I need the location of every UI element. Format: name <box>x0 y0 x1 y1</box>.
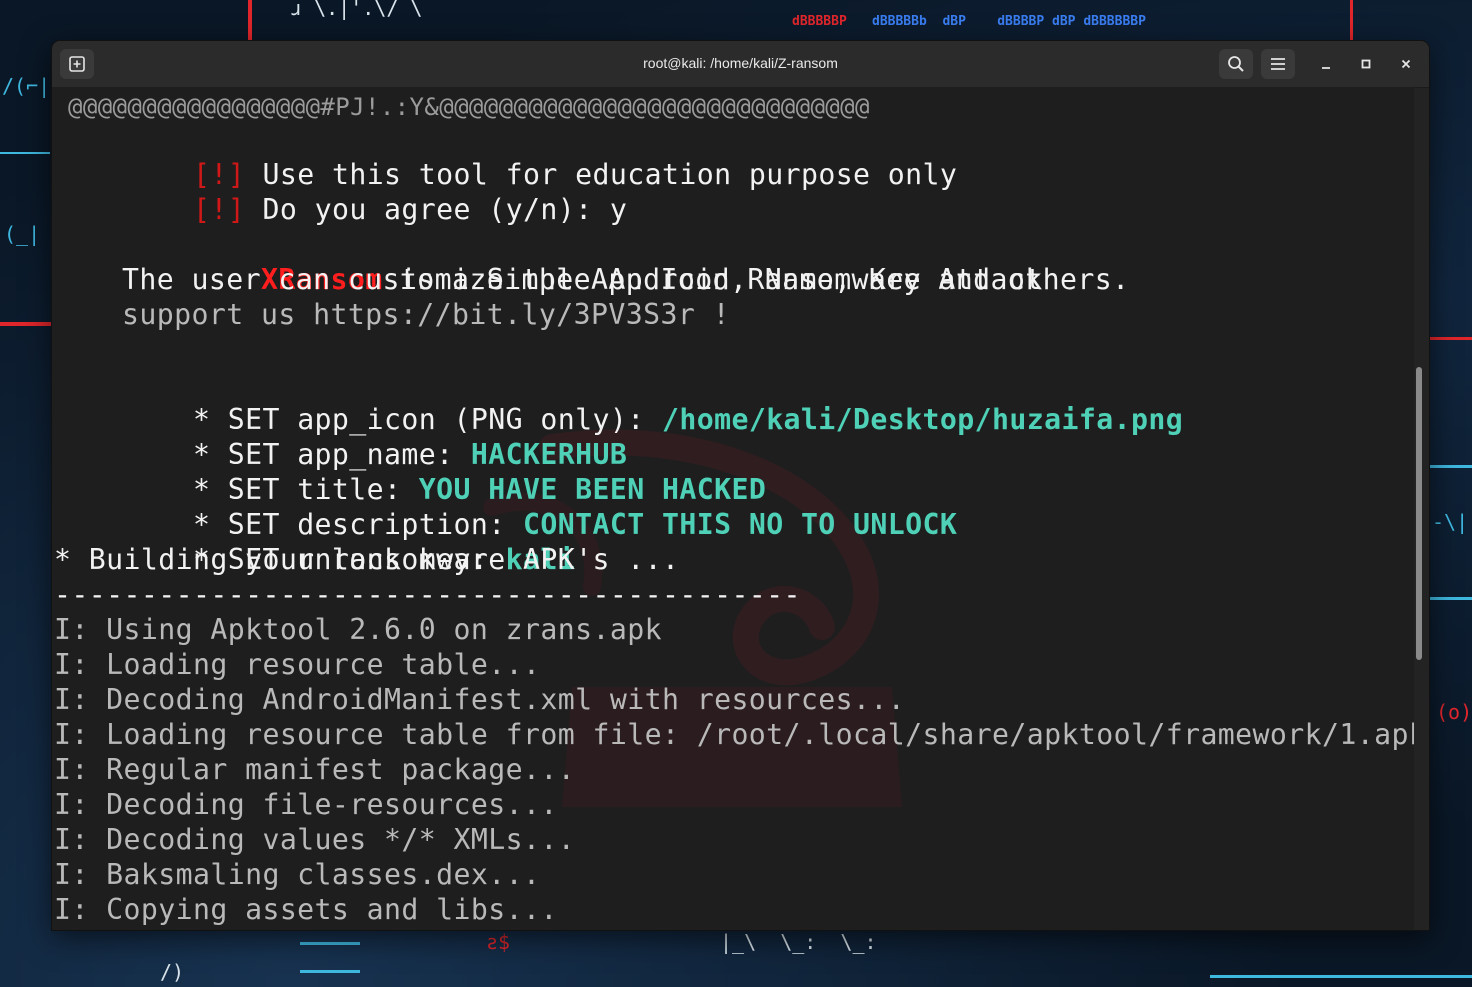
agree-prompt: Do you agree (y/n): <box>262 193 610 226</box>
title-bar: root@kali: /home/kali/Z-ransom <box>52 41 1429 88</box>
agree-answer: y <box>609 193 628 226</box>
search-button[interactable] <box>1219 49 1253 79</box>
log-line: I: Loading resource table from file: /ro… <box>54 718 1414 751</box>
desktop-glyph: -\| <box>1432 510 1469 534</box>
minimize-icon <box>1322 67 1330 69</box>
separator-line: ----------------------------------------… <box>54 578 801 611</box>
log-line: I: Copying assets and libs... <box>54 893 558 926</box>
desktop-banner-blue: dBBBBBb dBP dBBBBP dBP dBBBBBBP <box>872 14 1146 29</box>
log-line: I: Loading resource table... <box>54 648 541 681</box>
warning-line-1: [!] Use this tool for education purpose … <box>54 122 957 191</box>
desktop-deco-line <box>1210 975 1472 978</box>
log-line: I: Regular manifest package... <box>54 753 576 786</box>
maximize-button[interactable] <box>1351 49 1381 79</box>
setting-line-app-name: * SET app_name: HACKERHUB <box>54 402 627 471</box>
desktop-deco-line <box>248 0 252 40</box>
setting-value: /home/kali/Desktop/huzaifa.png <box>661 403 1184 436</box>
about-line-1: XRansom is a Simple Android Ransomware A… <box>122 227 1043 296</box>
maximize-icon <box>1361 59 1371 69</box>
desktop-deco-line <box>300 942 360 945</box>
building-line: * Building your ransomware APK's ... <box>54 543 680 576</box>
hamburger-menu-icon <box>1271 58 1285 70</box>
menu-button[interactable] <box>1261 49 1295 79</box>
desktop-glyph: ɹ \.|'.\/ \ <box>290 0 423 20</box>
desktop-glyph: /) <box>160 960 185 984</box>
scrollbar-thumb[interactable] <box>1416 367 1422 660</box>
log-line: I: Decoding values */* XMLs... <box>54 823 576 856</box>
log-line: I: Baksmaling classes.dex... <box>54 858 541 891</box>
minimize-button[interactable] <box>1311 49 1341 79</box>
setting-value: CONTACT THIS NO TO UNLOCK <box>523 508 958 541</box>
about-line-2: The user can customize the App Icon, Nam… <box>122 263 1130 296</box>
desktop-deco-line <box>1350 0 1353 40</box>
desktop-deco-line <box>1430 465 1472 468</box>
desktop-glyph: /(⌐| <box>2 74 51 98</box>
desktop-deco-line <box>300 970 360 973</box>
terminal-window: root@kali: /home/kali/Z-ransom @@@@@@@@@… <box>52 41 1429 930</box>
setting-line-description: * SET description: CONTACT THIS NO TO UN… <box>54 472 957 541</box>
desktop-glyph: (o) <box>1436 700 1472 724</box>
warning-line-2: [!] Do you agree (y/n): y <box>54 157 627 226</box>
close-button[interactable] <box>1391 49 1421 79</box>
desktop-glyph: ƨ$ <box>486 930 511 954</box>
setting-line-unlock-key: * SET unlock key: kali <box>54 507 575 576</box>
desktop-deco-line <box>1430 597 1472 600</box>
desktop-deco-line <box>0 322 52 326</box>
warning-tag: [!] <box>192 193 246 226</box>
close-icon <box>1401 59 1411 69</box>
log-line: I: Decoding AndroidManifest.xml with res… <box>54 683 906 716</box>
desktop-glyph: (_| <box>4 222 41 246</box>
banner-line: @@@@@@@@@@@@@@@@@#PJ!.:Y&@@@@@@@@@@@@@@@… <box>68 93 870 121</box>
desktop-deco-line <box>0 152 50 154</box>
terminal-output[interactable]: @@@@@@@@@@@@@@@@@#PJ!.:Y&@@@@@@@@@@@@@@@… <box>52 87 1414 930</box>
desktop-glyph: |_\ \_: \_: <box>720 930 877 954</box>
log-line: I: Using Apktool 2.6.0 on zrans.apk <box>54 613 662 646</box>
search-icon <box>1228 56 1244 72</box>
setting-line-app-icon: * SET app_icon (PNG only): /home/kali/De… <box>54 367 1183 436</box>
desktop-deco-line <box>1430 337 1472 340</box>
setting-line-title: * SET title: YOU HAVE BEEN HACKED <box>54 437 766 506</box>
support-line: support us https://bit.ly/3PV3S3r ! <box>122 298 730 331</box>
desktop-banner-red: dBBBBBP <box>792 14 847 29</box>
log-line: I: Decoding file-resources... <box>54 788 558 821</box>
